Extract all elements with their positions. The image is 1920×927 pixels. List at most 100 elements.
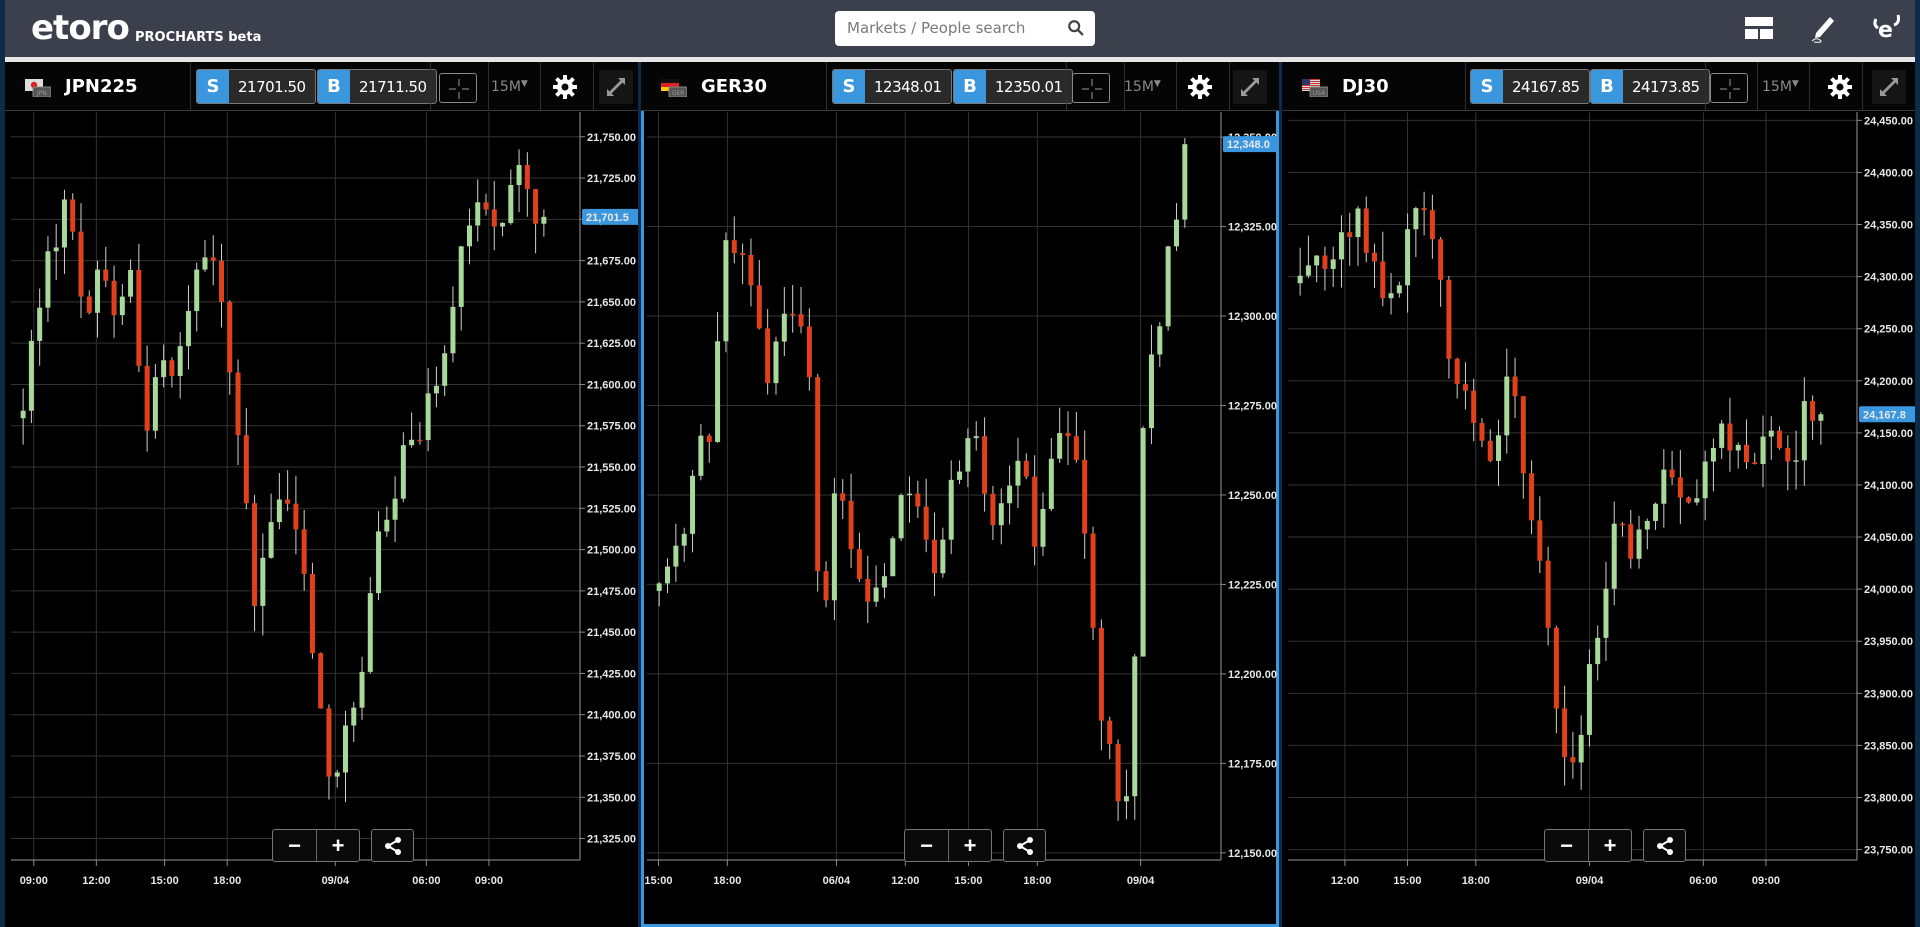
candle [940,527,946,578]
candle-body [152,377,158,431]
candlestick-chart[interactable]: 12,150.00 12,175.00 12,200.00 12,225.00 12,2… [641,112,1279,927]
candle [698,424,704,481]
candle-body [957,471,963,480]
sell-button[interactable]: S 21701.50 [196,69,316,104]
timeframe-dropdown[interactable]: 15M▼ [1124,79,1161,95]
timeframe-dropdown[interactable]: 15M▼ [491,79,528,95]
candle-body [483,202,489,210]
sell-label: S [1471,70,1503,103]
instrument-symbol[interactable]: DJ30 [1342,76,1389,97]
crosshair-button[interactable] [1710,73,1748,103]
candle [194,262,200,332]
draw-icon[interactable] [1805,10,1841,46]
candle-body [235,372,241,436]
expand-button[interactable] [1872,70,1906,104]
candle-body [78,231,84,297]
candle-body [1578,734,1584,763]
candlestick-chart[interactable]: 21,325.00 21,350.00 21,375.00 21,400.00 21,4… [5,112,638,927]
candle [1040,492,1046,556]
candle-body [318,653,324,709]
search-icon[interactable] [1067,19,1085,37]
zoom-out-button[interactable]: − [1545,830,1588,861]
share-button[interactable] [371,829,414,862]
y-tick-label: 12,325.00 [1228,222,1277,234]
expand-button[interactable] [1233,70,1267,104]
candle [890,536,896,577]
etoro-profile-icon[interactable]: e [1869,10,1905,46]
candle [690,469,696,553]
sell-button[interactable]: S 12348.01 [832,69,952,104]
candle-body [1388,293,1394,299]
divider [190,62,191,111]
candle-body [1015,460,1021,486]
etoro-logo[interactable]: etoro [31,8,130,48]
chevron-down-icon: ▼ [1791,79,1799,89]
search-box[interactable] [835,11,1095,46]
buy-button[interactable]: B 12350.01 [953,69,1073,104]
candle-body [301,529,307,574]
candlestick-chart[interactable]: 23,750.00 23,800.00 23,850.00 23,900.00 23,9… [1282,112,1915,927]
candle-body [1355,208,1361,238]
y-tick-label: 24,200.00 [1864,376,1913,388]
candle-body [1504,376,1510,436]
zoom-in-button[interactable]: + [1588,830,1631,861]
instrument-symbol[interactable]: JPN225 [65,76,138,97]
search-input[interactable] [847,19,1057,37]
candle [359,656,365,720]
share-button[interactable] [1643,829,1686,862]
zoom-out-button[interactable]: − [273,830,316,861]
candle-body [1496,435,1502,461]
x-tick-label: 18:00 [213,875,241,887]
candle-body [915,493,921,507]
candle [268,493,274,559]
candle-body [1785,447,1791,462]
candle [781,286,787,357]
candle-body [1801,401,1807,461]
expand-button[interactable] [599,70,633,104]
sell-button[interactable]: S 24167.85 [1470,69,1590,104]
x-tick-label: 09/04 [1576,875,1604,887]
y-tick-label: 21,325.00 [587,834,636,846]
candle-body [1123,796,1129,802]
gear-icon[interactable] [1187,74,1213,100]
candle [533,188,539,254]
candle [1553,625,1559,734]
y-tick-label: 23,900.00 [1864,688,1913,700]
instrument-symbol[interactable]: GER30 [701,76,767,97]
gear-icon[interactable] [552,74,578,100]
svg-text:e: e [1878,18,1893,43]
candle-body [906,493,912,496]
candle [37,288,43,366]
candle [1818,411,1824,445]
buy-price: 24173.85 [1632,77,1700,96]
candle-body [932,539,938,574]
zoom-out-button[interactable]: − [905,830,948,861]
candle-body [491,209,497,227]
buy-button[interactable]: B 24173.85 [1590,69,1710,104]
candle [1719,420,1725,459]
share-button[interactable] [1003,829,1046,862]
candle [1653,502,1659,530]
candle [45,236,51,323]
candle-body [1479,422,1485,441]
timeframe-dropdown[interactable]: 15M▼ [1762,79,1799,95]
layout-icon[interactable] [1741,10,1777,46]
y-tick-label: 12,225.00 [1228,579,1277,591]
candle [61,189,67,274]
crosshair-button[interactable] [439,73,477,103]
zoom-in-button[interactable]: + [316,830,359,861]
candle-body [1611,523,1617,589]
candle-body [1073,436,1079,460]
candle-body [1396,285,1402,294]
y-tick-label: 24,450.00 [1864,115,1913,127]
plus-icon: + [1603,832,1617,858]
candle [1148,324,1154,445]
gear-icon[interactable] [1827,74,1853,100]
buy-button[interactable]: B 21711.50 [317,69,437,104]
candle-body [1297,275,1303,284]
divider [488,62,489,111]
candle-body [1562,708,1568,758]
zoom-in-button[interactable]: + [948,830,991,861]
candle [1305,235,1311,278]
crosshair-button[interactable] [1072,73,1110,103]
